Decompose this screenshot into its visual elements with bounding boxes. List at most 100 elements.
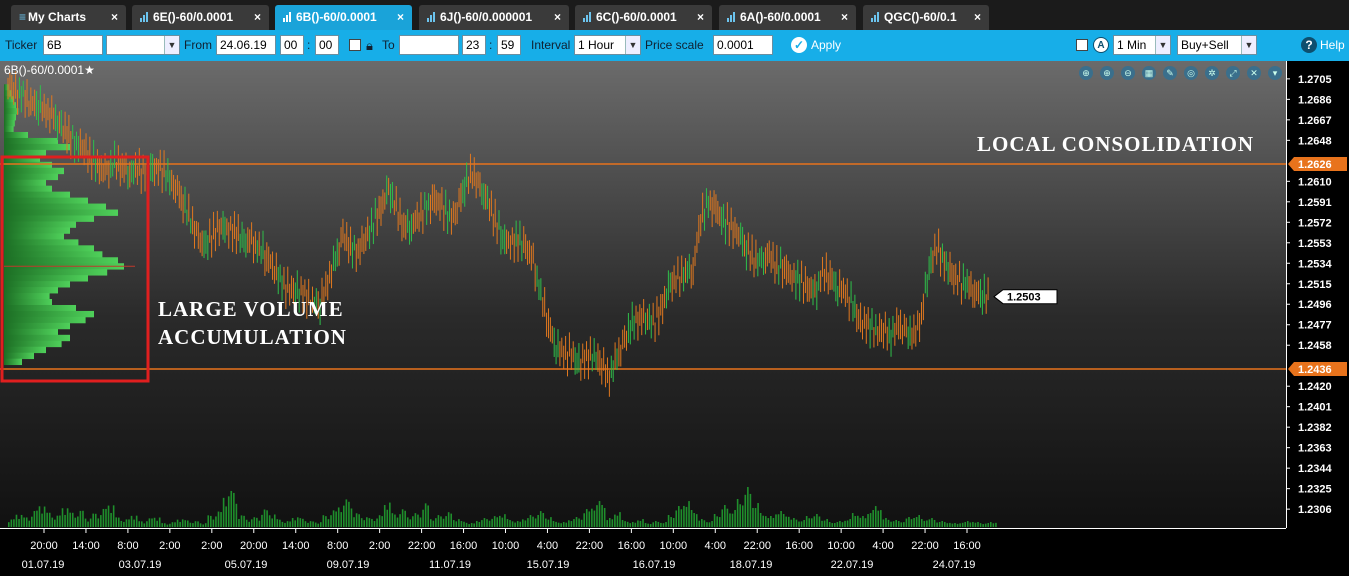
grid-icon[interactable]: ▦ xyxy=(1142,66,1156,80)
volume-bar xyxy=(867,514,869,527)
close-tab-icon[interactable]: × xyxy=(554,5,561,30)
volume-bar xyxy=(724,505,726,527)
interval-select[interactable]: 1 Hour ▼ xyxy=(574,35,641,55)
check-icon[interactable]: ✓ xyxy=(791,37,807,53)
close-tab-icon[interactable]: × xyxy=(841,5,848,30)
volume-bar xyxy=(61,508,64,527)
help-icon[interactable]: ? xyxy=(1301,37,1317,53)
volume-bar xyxy=(972,522,974,527)
volume-bar xyxy=(654,521,657,527)
volume-bar xyxy=(670,517,672,527)
volume-bar xyxy=(903,522,905,527)
gear-icon[interactable]: ✲ xyxy=(1205,66,1219,80)
volume-bar xyxy=(787,516,790,527)
time-tick-label: 22:00 xyxy=(576,540,604,552)
to-enable-checkbox[interactable] xyxy=(349,39,361,51)
apply-button[interactable]: Apply xyxy=(811,30,841,61)
chart-area[interactable]: 1.2626 1.2436 1.2705 1.2686 1.2667 1.2648 1.26… xyxy=(0,61,1349,576)
bar-chart-icon xyxy=(727,12,737,22)
volume-bar xyxy=(322,515,325,527)
volume-bar xyxy=(800,521,803,527)
bar-chart-icon xyxy=(140,12,150,22)
volume-bar xyxy=(419,517,422,527)
zoom-in-icon[interactable]: ⊕ xyxy=(1100,66,1114,80)
tab-bar: ≡ My Charts × 6E()-60/0.0001 × 6B()-60/0.0001… xyxy=(0,0,1349,31)
volume-bar xyxy=(552,521,555,527)
close-tab-icon[interactable]: × xyxy=(397,5,404,30)
volume-bar xyxy=(539,511,542,527)
volume-profile-bar xyxy=(4,114,16,121)
volume-profile-bar xyxy=(4,161,52,169)
volume-bar xyxy=(775,514,777,527)
volume-bar xyxy=(79,510,82,527)
tab-6c[interactable]: 6C()-60/0.0001 × xyxy=(575,5,712,30)
volume-bar xyxy=(841,522,844,527)
tab-my-charts[interactable]: ≡ My Charts × xyxy=(11,5,126,30)
volume-bar xyxy=(327,519,330,527)
to-minute-input[interactable]: 59 xyxy=(497,35,521,55)
volume-bar xyxy=(102,508,105,527)
to-hour-input[interactable]: 23 xyxy=(462,35,486,55)
volume-bar xyxy=(872,510,874,527)
pen-icon[interactable]: ✎ xyxy=(1163,66,1177,80)
close-tab-icon[interactable]: × xyxy=(697,5,704,30)
auto-checkbox[interactable] xyxy=(1076,39,1088,51)
lock-icon[interactable]: 🔒︎ xyxy=(366,30,373,61)
volume-bar xyxy=(880,510,882,527)
ticker-input[interactable]: 6B xyxy=(43,35,103,55)
volume-bar xyxy=(578,518,580,527)
volume-bar xyxy=(432,520,435,527)
contract-select[interactable]: ▼ xyxy=(106,35,180,55)
settings-wheel-icon[interactable]: ◎ xyxy=(1184,66,1198,80)
volume-bar xyxy=(908,517,910,527)
volume-bar xyxy=(240,515,243,527)
close-tab-icon[interactable]: × xyxy=(254,5,261,30)
time-tick-label: 10:00 xyxy=(492,540,520,552)
tab-label: My Charts xyxy=(28,10,87,24)
close-tab-icon[interactable]: × xyxy=(974,5,981,30)
volume-bar xyxy=(823,520,826,527)
price-tick-label: 1.2534 xyxy=(1298,258,1333,270)
price-tick-label: 1.2382 xyxy=(1298,422,1332,434)
volume-bar xyxy=(562,522,565,527)
volume-bar xyxy=(885,518,887,527)
tab-qgc[interactable]: QGC()-60/0.1 × xyxy=(863,5,989,30)
expand-icon[interactable]: ⤢ xyxy=(1226,66,1240,80)
volume-bar xyxy=(560,523,562,527)
help-link[interactable]: Help xyxy=(1320,30,1345,61)
volume-bar xyxy=(317,523,320,527)
from-minute-input[interactable]: 00 xyxy=(315,35,339,55)
price-tick-label: 1.2705 xyxy=(1298,74,1332,86)
volume-bar xyxy=(813,516,816,527)
close-tab-icon[interactable]: × xyxy=(111,5,118,30)
price-level-label: 1.2626 xyxy=(1298,159,1332,171)
volume-profile-bar xyxy=(4,239,79,246)
time-tick-label: 20:00 xyxy=(240,540,268,552)
volume-bar xyxy=(296,517,299,527)
volume-bar xyxy=(179,521,181,527)
volume-bar xyxy=(585,509,588,527)
chevron-down-icon[interactable]: ▾ xyxy=(1268,66,1282,80)
volume-bar xyxy=(803,520,805,527)
to-date-input[interactable] xyxy=(399,35,459,55)
price-scale-input[interactable]: 0.0001 xyxy=(713,35,773,55)
volume-bar xyxy=(657,521,660,527)
volume-bar xyxy=(642,519,644,527)
star-icon[interactable]: ★ xyxy=(84,63,95,77)
zoom-fit-icon[interactable]: ⊕ xyxy=(1079,66,1093,80)
tab-6b[interactable]: 6B()-60/0.0001 × xyxy=(275,5,412,31)
from-hour-input[interactable]: 00 xyxy=(280,35,304,55)
auto-scale-icon[interactable]: A xyxy=(1093,37,1109,53)
volume-bar xyxy=(437,515,440,527)
tab-6e[interactable]: 6E()-60/0.0001 × xyxy=(132,5,269,30)
side-select[interactable]: Buy+Sell ▼ xyxy=(1177,35,1257,55)
volume-bar xyxy=(171,522,174,527)
close-icon[interactable]: ✕ xyxy=(1247,66,1261,80)
tab-6j[interactable]: 6J()-60/0.000001 × xyxy=(419,5,569,30)
volume-bar xyxy=(450,513,453,527)
from-date-input[interactable]: 24.06.19 xyxy=(216,35,276,55)
timeframe-select[interactable]: 1 Min ▼ xyxy=(1113,35,1171,55)
tab-6a[interactable]: 6A()-60/0.0001 × xyxy=(719,5,856,30)
zoom-out-icon[interactable]: ⊖ xyxy=(1121,66,1135,80)
volume-profile-bar xyxy=(4,269,108,276)
